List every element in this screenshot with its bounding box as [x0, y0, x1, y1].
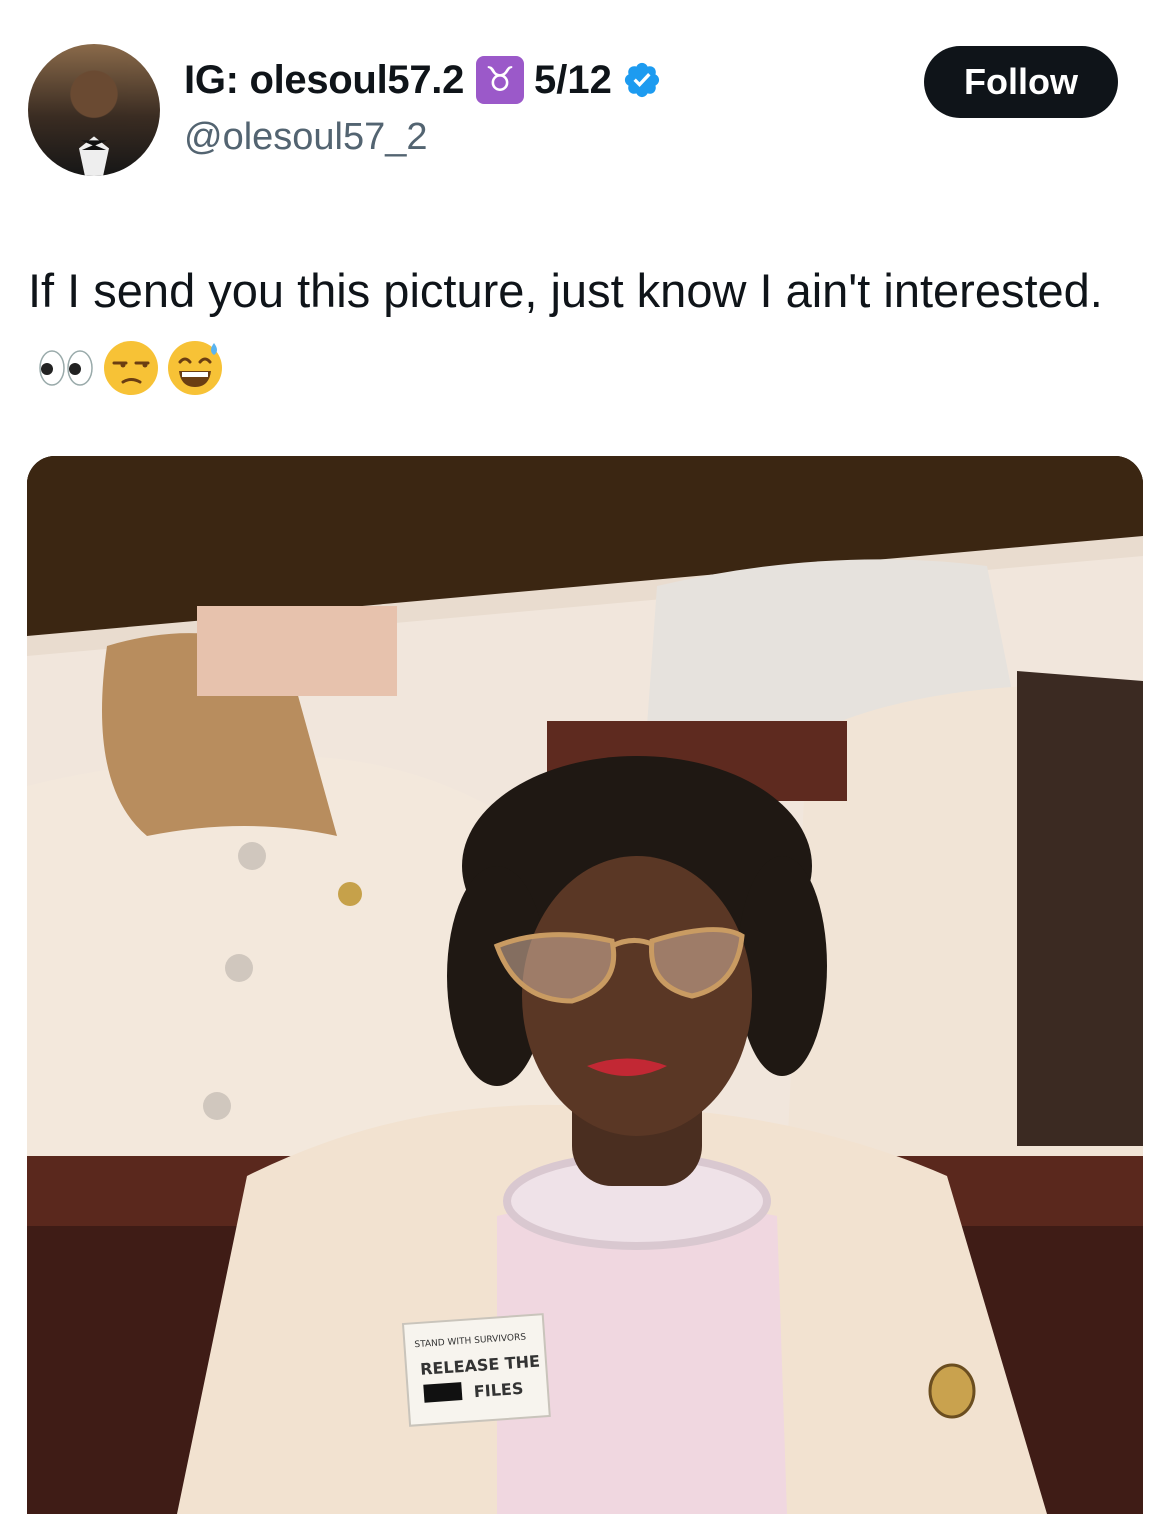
- author-name-suffix: 5/12: [534, 57, 612, 102]
- tweet-body: If I send you this picture, just know I …: [28, 264, 1103, 317]
- eyes-emoji: [39, 350, 93, 386]
- tweet-emojis: [36, 339, 230, 397]
- author-avatar[interactable]: [28, 44, 160, 176]
- author-handle[interactable]: @olesoul57_2: [184, 116, 428, 159]
- unamused-face-emoji: [104, 341, 158, 395]
- grinning-face-with-sweat-emoji: [168, 341, 222, 395]
- follow-button[interactable]: Follow: [924, 46, 1118, 118]
- verified-badge-icon[interactable]: [622, 60, 662, 100]
- tweet-text: If I send you this picture, just know I …: [28, 255, 1138, 397]
- photo-illustration: STAND WITH SURVIVORS RELEASE THE FILES: [27, 456, 1143, 1514]
- sign-line-3: FILES: [473, 1379, 524, 1401]
- author-display-name[interactable]: IG: olesoul57.2: [184, 58, 464, 103]
- taurus-icon: ♉: [476, 56, 525, 104]
- tweet-media-photo[interactable]: STAND WITH SURVIVORS RELEASE THE FILES: [27, 456, 1143, 1514]
- author-name-row[interactable]: IG: olesoul57.2 ♉ 5/12: [184, 56, 662, 104]
